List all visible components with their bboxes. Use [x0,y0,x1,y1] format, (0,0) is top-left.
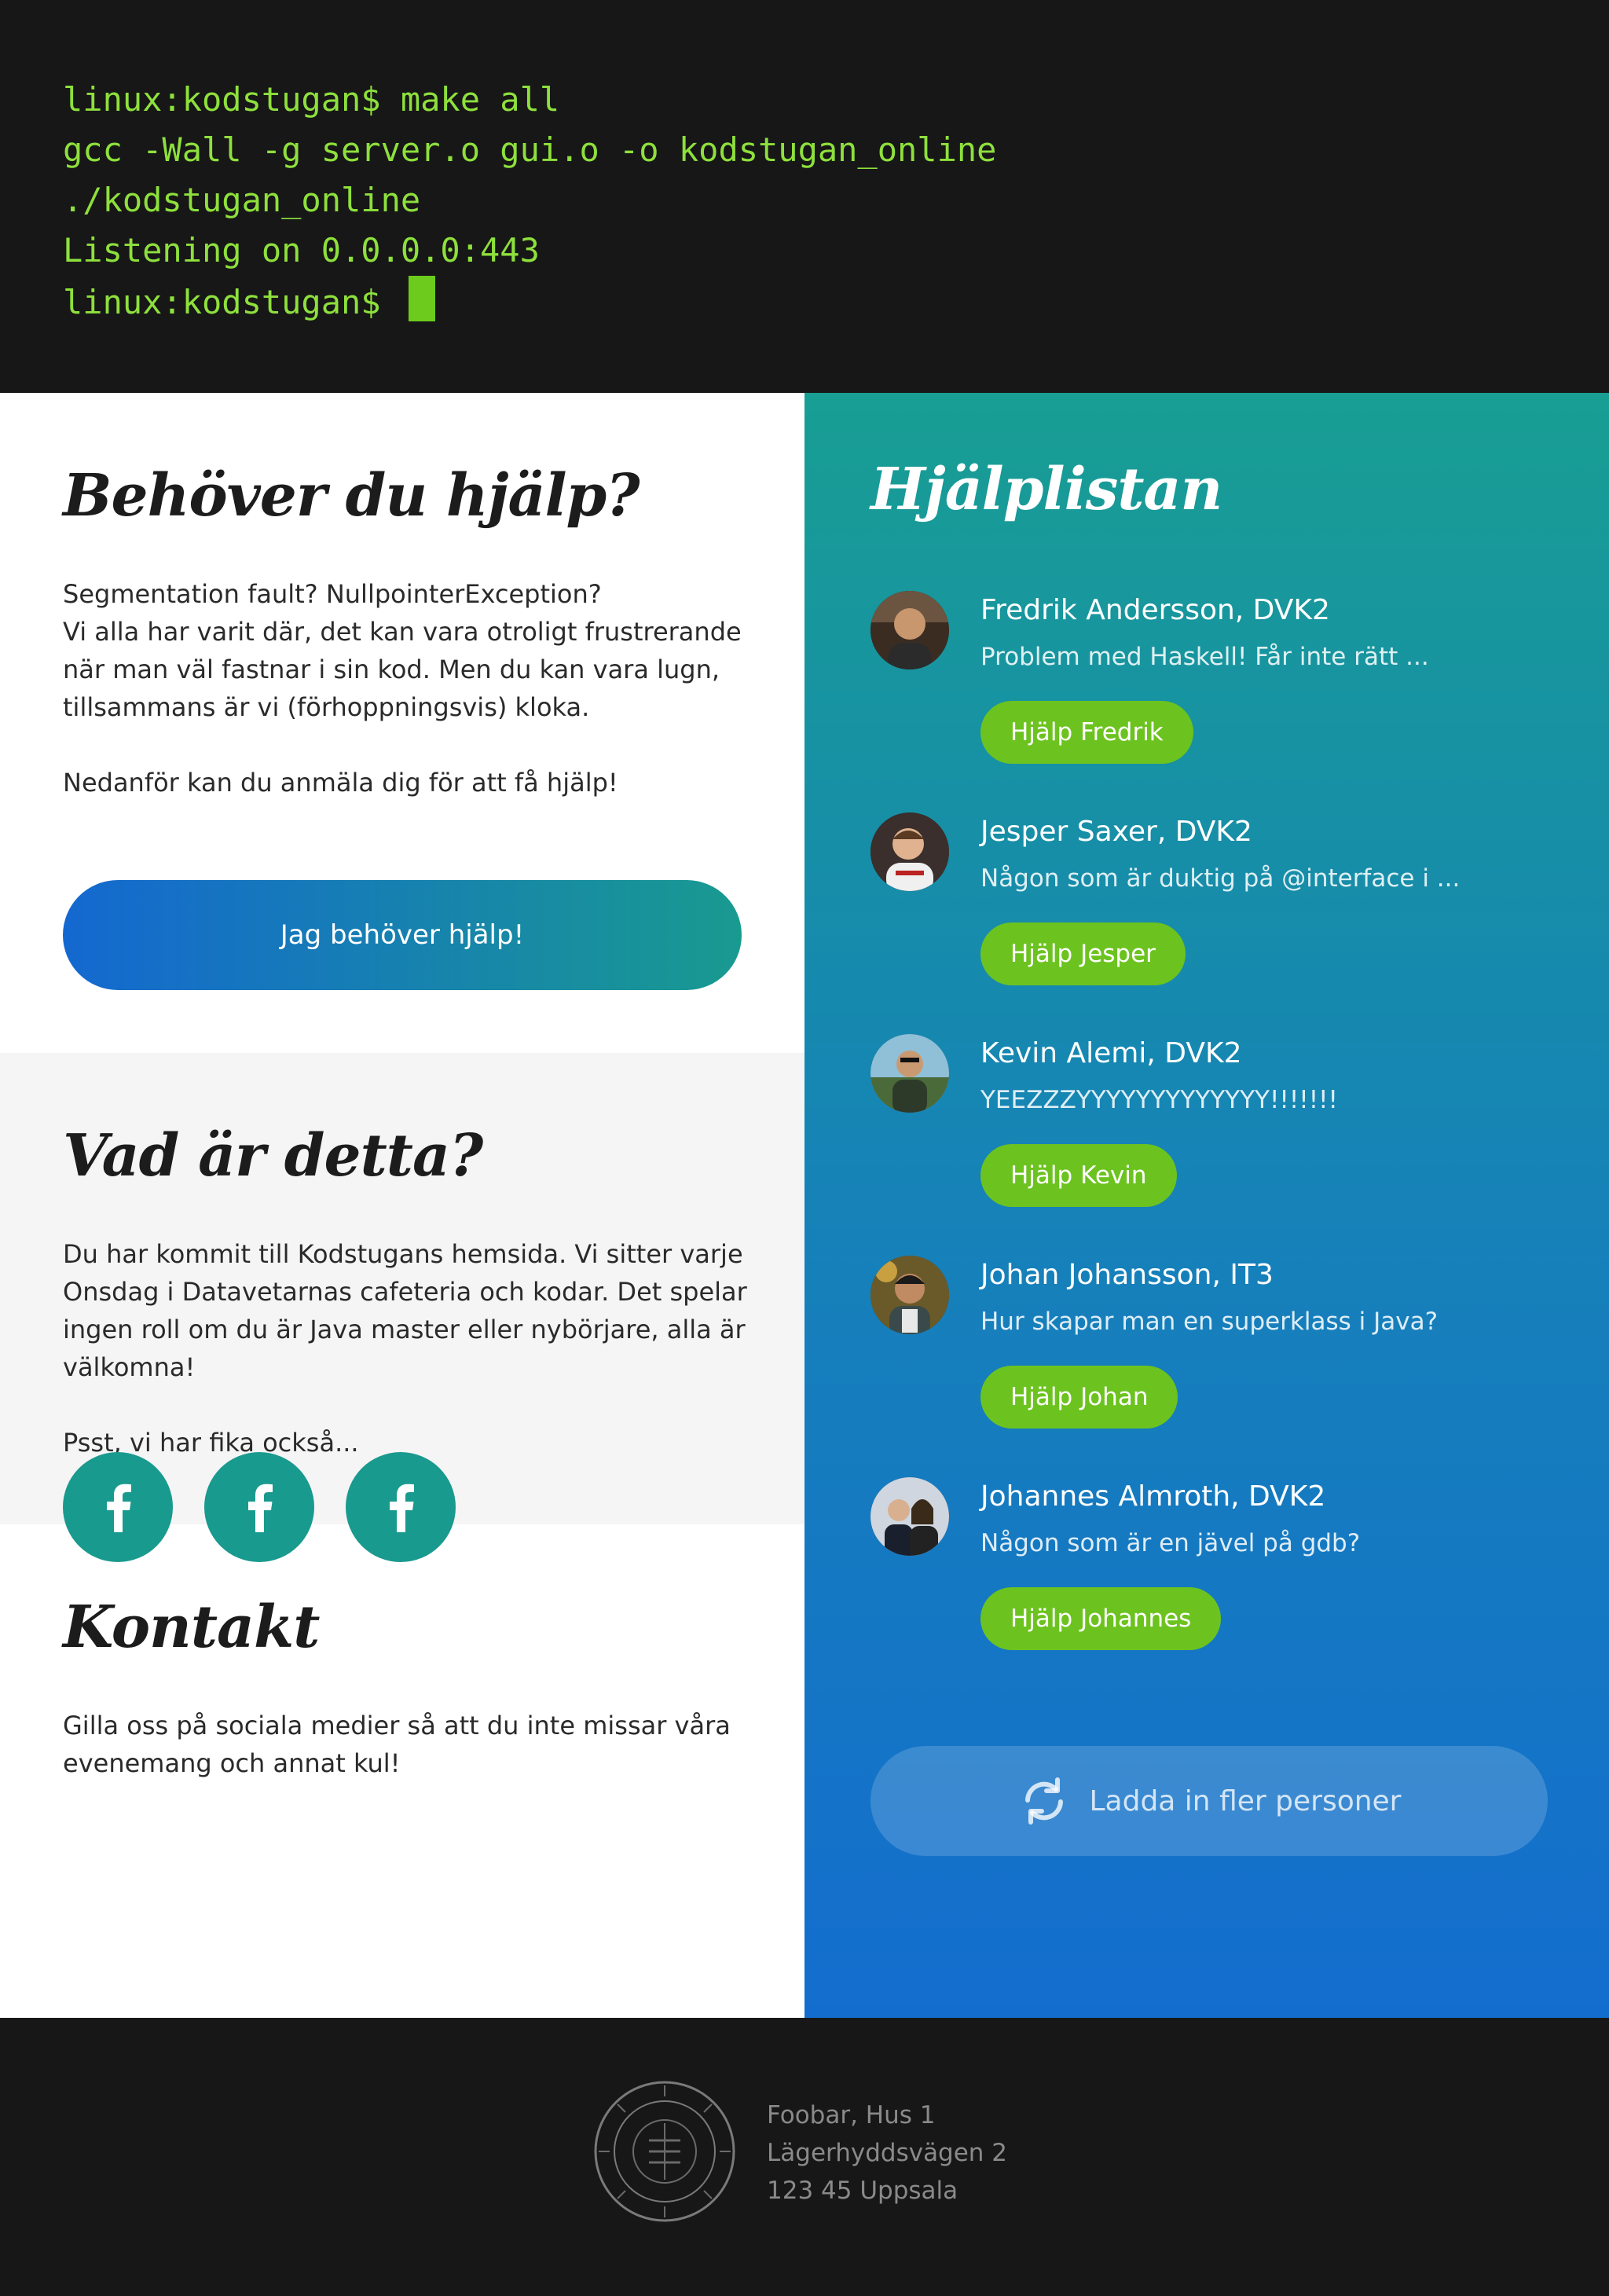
help-paragraph-cta: Nedanför kan du anmäla dig för att få hj… [63,768,618,798]
facebook-icon [248,1484,273,1532]
address-line: 123 45 Uppsala [767,2177,958,2205]
contact-section: Kontakt Gilla oss på sociala medier så a… [0,1524,804,2018]
help-section: Behöver du hjälp? Segmentation fault? Nu… [0,393,804,1053]
address-line: Lägerhyddsvägen 2 [767,2139,1008,2167]
terminal-line: linux:kodstugan$ make all [63,80,560,119]
person-name: Johannes Almroth, DVK2 [980,1480,1326,1513]
contact-title: Kontakt [63,1594,320,1661]
person-name: Johan Johansson, IT3 [980,1259,1274,1291]
load-more-button[interactable]: Ladda in fler personer [870,1746,1548,1856]
address-line: Foobar, Hus 1 [767,2101,936,2129]
about-title: Vad är detta? [63,1122,483,1190]
university-seal-icon [594,2081,735,2222]
help-person-button[interactable]: Hjälp Johannes [980,1587,1222,1650]
help-list-item: Jesper Saxer, DVK2 Någon som är duktig p… [870,812,1578,1034]
person-message: YEEZZZYYYYYYYYYYYYY!!!!!!! [980,1086,1338,1114]
terminal-prompt-line: linux:kodstugan$ [63,276,1609,326]
person-message: Problem med Haskell! Får inte rätt ... [980,643,1429,671]
social-links [63,1452,456,1562]
footer-address: Foobar, Hus 1 Lägerhyddsvägen 2 123 45 U… [767,2096,1007,2210]
facebook-icon [390,1484,414,1532]
help-person-button[interactable]: Hjälp Kevin [980,1144,1177,1207]
facebook-link[interactable] [63,1452,173,1562]
help-list-item: Johan Johansson, IT3 Hur skapar man en s… [870,1256,1578,1477]
help-paragraph: Segmentation fault? NullpointerException… [63,579,742,722]
need-help-button[interactable]: Jag behöver hjälp! [63,880,742,990]
help-list-panel: Hjälplistan Fredrik Andersson, DVK2 Prob… [804,393,1609,2018]
person-name: Kevin Alemi, DVK2 [980,1037,1242,1069]
help-person-button[interactable]: Hjälp Johan [980,1366,1178,1429]
terminal-cursor [408,276,435,321]
help-list-item: Fredrik Andersson, DVK2 Problem med Hask… [870,591,1578,812]
avatar [870,591,949,669]
help-title: Behöver du hjälp? [63,462,640,530]
avatar [870,1256,949,1334]
footer: Foobar, Hus 1 Lägerhyddsvägen 2 123 45 U… [0,2018,1609,2296]
person-name: Fredrik Andersson, DVK2 [980,594,1330,626]
refresh-icon [1025,1777,1064,1825]
about-paragraph: Du har kommit till Kodstugans hemsida. V… [63,1239,747,1382]
avatar [870,1477,949,1556]
person-message: Någon som är duktig på @interface i ... [980,864,1461,893]
help-list-item: Johannes Almroth, DVK2 Någon som är en j… [870,1477,1578,1699]
help-list-item: Kevin Alemi, DVK2 YEEZZZYYYYYYYYYYYYY!!!… [870,1034,1578,1256]
help-person-button[interactable]: Hjälp Fredrik [980,701,1193,764]
terminal-line: ./kodstugan_online [63,181,421,219]
load-more-label: Ladda in fler personer [1089,1784,1402,1817]
facebook-icon [107,1484,131,1532]
contact-paragraph: Gilla oss på sociala medier så att du in… [63,1711,731,1778]
left-column: Behöver du hjälp? Segmentation fault? Nu… [0,393,804,2018]
terminal-line: gcc -Wall -g server.o gui.o -o kodstugan… [63,130,997,169]
terminal-line: Listening on 0.0.0.0:443 [63,231,540,270]
person-name: Jesper Saxer, DVK2 [980,816,1252,848]
help-person-button[interactable]: Hjälp Jesper [980,922,1186,985]
facebook-link[interactable] [346,1452,456,1562]
avatar [870,812,949,891]
terminal-prompt: linux:kodstugan$ [63,283,401,321]
help-list-title: Hjälplistan [870,456,1222,523]
avatar [870,1034,949,1113]
facebook-link[interactable] [204,1452,314,1562]
person-message: Någon som är en jävel på gdb? [980,1529,1361,1557]
person-message: Hur skapar man en superklass i Java? [980,1308,1439,1336]
terminal-header: linux:kodstugan$ make all gcc -Wall -g s… [0,0,1609,393]
